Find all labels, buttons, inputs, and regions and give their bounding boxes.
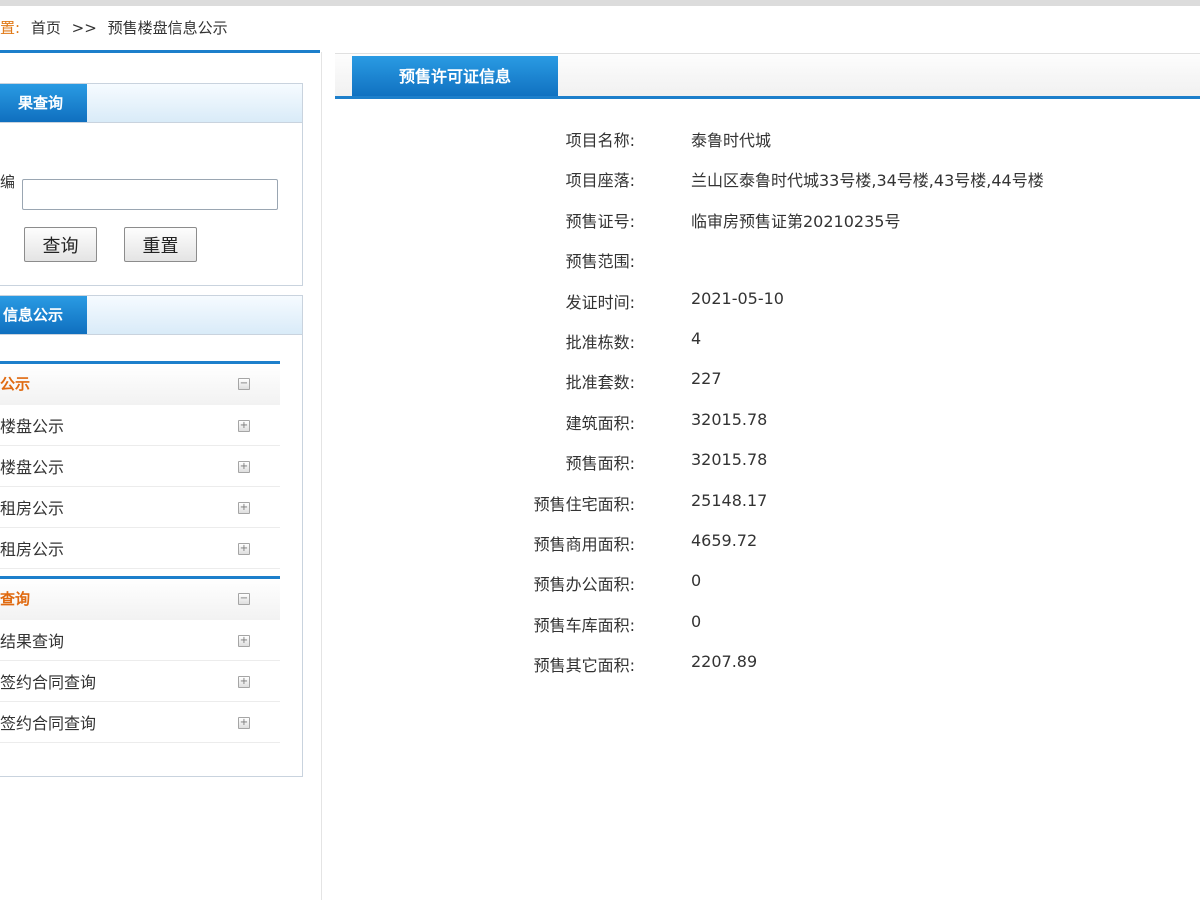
info-row: 批准栋数: 4 bbox=[480, 319, 1180, 359]
info-value: 4 bbox=[691, 328, 702, 348]
expand-icon[interactable]: + bbox=[238, 502, 250, 514]
expand-icon[interactable]: + bbox=[238, 420, 250, 432]
expand-icon[interactable]: + bbox=[238, 717, 250, 729]
info-row: 预售面积: 32015.78 bbox=[480, 440, 1180, 480]
info-value: 临审房预售证第20210235号 bbox=[691, 211, 901, 231]
query-panel-title: 果查询 bbox=[0, 84, 87, 122]
info-key: 预售其它面积: bbox=[533, 656, 635, 676]
menu-item-label: 楼盘公示 bbox=[0, 417, 65, 436]
info-key: 预售范围: bbox=[565, 252, 635, 272]
info-value: 32015.78 bbox=[691, 450, 768, 470]
reset-button[interactable]: 重置 bbox=[124, 227, 197, 262]
query-input[interactable] bbox=[22, 179, 278, 210]
menu-item[interactable]: 楼盘公示 + bbox=[0, 405, 280, 446]
info-value: 兰山区泰鲁时代城33号楼,34号楼,43号楼,44号楼 bbox=[691, 171, 1044, 191]
info-key: 预售证号: bbox=[565, 211, 635, 231]
info-row: 建筑面积: 32015.78 bbox=[480, 400, 1180, 440]
info-row: 批准套数: 227 bbox=[480, 359, 1180, 399]
info-row: 发证时间: 2021-05-10 bbox=[480, 279, 1180, 319]
query-field-label: 编 bbox=[0, 173, 16, 191]
info-panel-header: 信息公示 bbox=[0, 296, 302, 335]
info-row: 项目名称: 泰鲁时代城 bbox=[480, 117, 1180, 157]
menu-group-1: 公示 − 楼盘公示 + 楼盘公示 + 租房公示 + 租房公示 + bbox=[0, 361, 280, 569]
info-key: 建筑面积: bbox=[565, 413, 635, 433]
collapse-icon[interactable]: − bbox=[238, 593, 250, 605]
collapse-icon[interactable]: − bbox=[238, 378, 250, 390]
menu-item-label: 签约合同查询 bbox=[0, 714, 97, 733]
permit-info-list: 项目名称: 泰鲁时代城 项目座落: 兰山区泰鲁时代城33号楼,34号楼,43号楼,4… bbox=[480, 117, 1180, 682]
breadcrumb-home-link[interactable]: 首页 bbox=[31, 19, 61, 37]
info-value: 2207.89 bbox=[691, 652, 758, 672]
info-value: 227 bbox=[691, 369, 722, 389]
tab-presale-permit-info[interactable]: 预售许可证信息 bbox=[352, 56, 558, 98]
menu-item[interactable]: 签约合同查询 + bbox=[0, 661, 280, 702]
info-key: 发证时间: bbox=[565, 292, 635, 312]
breadcrumb-current: 预售楼盘信息公示 bbox=[107, 19, 228, 37]
content-header-divider bbox=[335, 96, 1200, 99]
menu-item-label: 租房公示 bbox=[0, 499, 65, 518]
menu-group-label: 查询 bbox=[0, 590, 31, 608]
info-value: 4659.72 bbox=[691, 530, 758, 550]
breadcrumb: 置: 首页 >> 预售楼盘信息公示 bbox=[0, 16, 234, 40]
expand-icon[interactable]: + bbox=[238, 676, 250, 688]
menu-item-label: 租房公示 bbox=[0, 540, 65, 559]
info-value: 0 bbox=[691, 571, 702, 591]
info-row: 预售证号: 临审房预售证第20210235号 bbox=[480, 198, 1180, 238]
query-panel-header: 果查询 bbox=[0, 84, 302, 123]
top-strip bbox=[0, 0, 1200, 6]
info-value: 25148.17 bbox=[691, 490, 768, 510]
info-row: 预售范围: bbox=[480, 238, 1180, 278]
expand-icon[interactable]: + bbox=[238, 461, 250, 473]
menu-group-header[interactable]: 查询 − bbox=[0, 576, 280, 620]
breadcrumb-label: 置: bbox=[0, 19, 21, 37]
menu-group-2: 查询 − 结果查询 + 签约合同查询 + 签约合同查询 + bbox=[0, 576, 280, 743]
menu-item-label: 结果查询 bbox=[0, 632, 65, 651]
info-value: 32015.78 bbox=[691, 409, 768, 429]
menu-item[interactable]: 结果查询 + bbox=[0, 620, 280, 661]
info-value: 0 bbox=[691, 611, 702, 631]
info-key: 预售面积: bbox=[565, 454, 635, 474]
query-button[interactable]: 查询 bbox=[24, 227, 97, 262]
info-panel-title: 信息公示 bbox=[0, 296, 87, 334]
menu-item-label: 签约合同查询 bbox=[0, 673, 97, 692]
breadcrumb-separator: >> bbox=[71, 19, 97, 37]
info-key: 预售办公面积: bbox=[533, 575, 635, 595]
column-divider bbox=[321, 52, 322, 900]
menu-group-label: 公示 bbox=[0, 375, 31, 393]
info-key: 项目座落: bbox=[565, 171, 635, 191]
info-row: 预售其它面积: 2207.89 bbox=[480, 642, 1180, 682]
info-row: 项目座落: 兰山区泰鲁时代城33号楼,34号楼,43号楼,44号楼 bbox=[480, 157, 1180, 197]
expand-icon[interactable]: + bbox=[238, 543, 250, 555]
menu-item[interactable]: 租房公示 + bbox=[0, 528, 280, 569]
info-value: 泰鲁时代城 bbox=[691, 131, 772, 150]
info-key: 批准栋数: bbox=[565, 332, 635, 352]
menu-item[interactable]: 租房公示 + bbox=[0, 487, 280, 528]
sidebar-top-divider bbox=[0, 50, 320, 53]
menu-item[interactable]: 签约合同查询 + bbox=[0, 702, 280, 743]
info-row: 预售车库面积: 0 bbox=[480, 602, 1180, 642]
info-key: 批准套数: bbox=[565, 373, 635, 393]
info-row: 预售办公面积: 0 bbox=[480, 561, 1180, 601]
info-row: 预售商用面积: 4659.72 bbox=[480, 521, 1180, 561]
expand-icon[interactable]: + bbox=[238, 635, 250, 647]
menu-group-header[interactable]: 公示 − bbox=[0, 361, 280, 405]
info-key: 预售商用面积: bbox=[533, 534, 635, 554]
info-key: 预售住宅面积: bbox=[533, 494, 635, 514]
info-row: 预售住宅面积: 25148.17 bbox=[480, 481, 1180, 521]
menu-item[interactable]: 楼盘公示 + bbox=[0, 446, 280, 487]
menu-item-label: 楼盘公示 bbox=[0, 458, 65, 477]
info-value: 2021-05-10 bbox=[691, 288, 784, 308]
info-key: 项目名称: bbox=[565, 131, 635, 150]
info-key: 预售车库面积: bbox=[533, 615, 635, 635]
